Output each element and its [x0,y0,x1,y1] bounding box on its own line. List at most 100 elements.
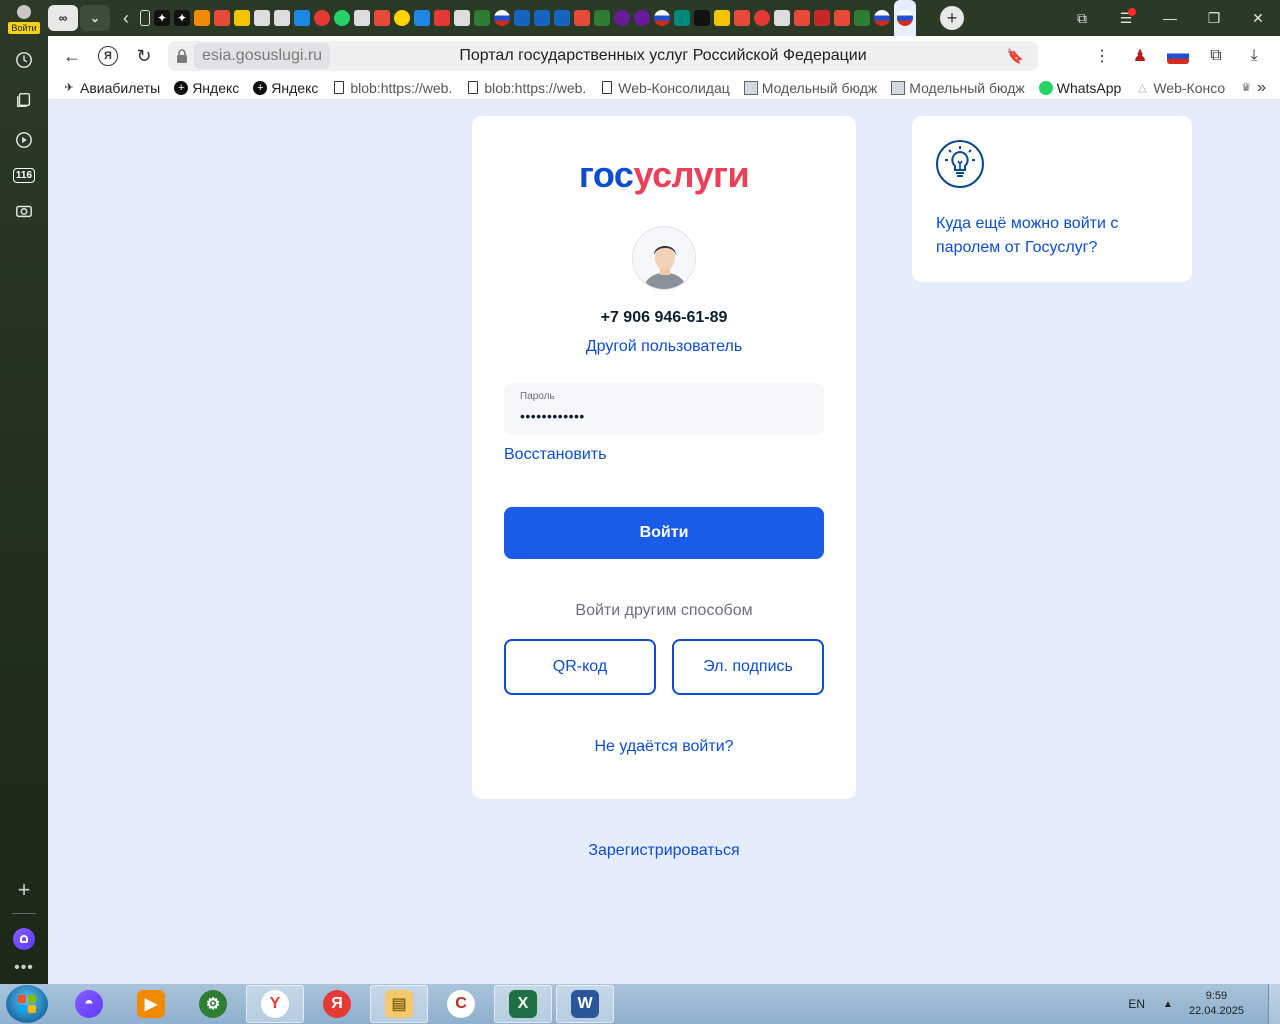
tab-favicon[interactable] [734,10,750,26]
tab-favicon[interactable] [414,10,430,26]
bookmark-item[interactable]: Модельный бюдж [743,80,877,96]
taskbar-app-alice[interactable]: ◓ [60,985,118,1023]
tab-favicon[interactable] [194,10,210,26]
bookmark-item[interactable]: blob:https://web. [466,80,586,96]
bookmark-item[interactable]: + Яндекс [174,80,239,96]
tab-favicon[interactable] [374,10,390,26]
bookmark-item[interactable]: WhatsApp [1038,80,1121,96]
tab-favicon[interactable] [694,10,710,26]
tab-favicon[interactable] [394,10,410,26]
tab-favicon[interactable] [594,10,610,26]
video-icon[interactable] [12,128,36,152]
tab-favicon[interactable] [774,10,790,26]
close-button[interactable]: ✕ [1236,0,1280,36]
translate-icon[interactable]: ⧉ [1204,44,1228,68]
minimize-button[interactable]: — [1148,0,1192,36]
alice-icon[interactable] [13,928,35,950]
tab-favicon[interactable] [614,10,630,26]
bookmark-item[interactable]: △ Web-Консо [1135,80,1225,96]
password-field[interactable]: Пароль •••••••••••• [504,383,824,435]
tab-active-gosuslugi[interactable] [894,0,916,36]
tab-collections-icon[interactable]: ⧉ [1060,0,1104,36]
yandex-home-button[interactable]: Я [90,38,126,74]
tab-favicon[interactable] [514,10,530,26]
taskbar-app-yandex-browser[interactable]: Y [246,985,304,1023]
tab-favicon[interactable] [254,10,270,26]
show-hidden-icons-icon[interactable]: ▲ [1163,999,1173,1010]
scroll-tabs-left-icon[interactable]: ‹ [116,8,136,29]
tab-favicon[interactable] [574,10,590,26]
downloads-icon[interactable]: ⤓ [1242,44,1266,68]
tab-favicon[interactable] [314,10,330,26]
other-user-link[interactable]: Другой пользователь [472,338,856,356]
show-desktop-button[interactable] [1268,984,1280,1024]
taskbar-app-yandex[interactable]: Я [308,985,366,1023]
password-input[interactable]: •••••••••••• [520,408,808,424]
taskbar-app-consultant[interactable]: C [432,985,490,1023]
bookmark-item[interactable]: ✈ Авиабилеты [62,80,160,96]
bookmark-item[interactable]: ♛ [1239,81,1253,95]
clock[interactable]: 9:59 22.04.2025 [1189,989,1244,1019]
back-button[interactable]: ← [54,38,90,74]
tab-favicon[interactable] [814,10,830,26]
new-tab-button[interactable]: + [940,6,964,30]
tab-favicon[interactable] [534,10,550,26]
tab-favicon[interactable] [854,10,870,26]
tab-favicon[interactable] [654,10,670,26]
history-icon[interactable] [12,48,36,72]
taskbar-app-word[interactable]: W [556,985,614,1023]
tab-favicon[interactable] [714,10,730,26]
url-domain[interactable]: esia.gosuslugi.ru [194,43,331,69]
tab-favicon[interactable] [754,10,770,26]
tab-favicon[interactable]: ✦ [174,10,190,26]
tab-favicon[interactable] [874,10,890,26]
more-icon[interactable]: ••• [14,960,34,976]
bookmark-item[interactable]: Web-Консолидац [600,80,730,96]
taskbar-app-explorer[interactable]: ▤ [370,985,428,1023]
omnibox[interactable]: esia.gosuslugi.ru Портал государственных… [168,41,1038,71]
taskbar-app-media-player[interactable]: ▶ [122,985,180,1023]
bookmark-icon[interactable]: 🔖 [1007,48,1024,65]
russia-flag-extension-icon[interactable] [1166,44,1190,68]
tab-favicon[interactable] [214,10,230,26]
tab-favicon[interactable] [834,10,850,26]
tab-favicon[interactable] [274,10,290,26]
start-button[interactable] [6,985,48,1023]
reload-button[interactable]: ↻ [126,38,162,74]
116-icon[interactable]: 116 [12,168,36,183]
taskbar-app-crypto[interactable]: ⚙ [184,985,242,1023]
register-link[interactable]: Зарегистрироваться [472,842,856,860]
screenshot-icon[interactable] [12,199,36,223]
tab-favicon[interactable] [454,10,470,26]
other-services-link[interactable]: Куда ещё можно войти с паролем от Госусл… [936,212,1156,260]
taskbar-app-excel[interactable]: X [494,985,552,1023]
tab-favicon[interactable] [354,10,370,26]
collections-icon[interactable] [12,88,36,112]
more-options-icon[interactable]: ⋮ [1090,44,1114,68]
tab-favicon[interactable] [334,10,350,26]
tabs-overview-icon[interactable]: ∞ [48,5,78,31]
cant-login-link[interactable]: Не удаётся войти? [472,738,856,756]
bookmark-item[interactable]: + Яндекс [253,80,318,96]
bookmark-item[interactable]: blob:https://web. [332,80,452,96]
tabs-dropdown-icon[interactable]: ⌄ [80,5,110,31]
tab-favicon[interactable] [234,10,250,26]
menu-icon[interactable]: ☰ [1104,0,1148,36]
tab-favicon[interactable] [554,10,570,26]
tab-favicon[interactable] [634,10,650,26]
tab-favicon[interactable]: ✦ [154,10,170,26]
tab-favicon[interactable] [140,10,150,26]
language-indicator[interactable]: EN [1128,997,1145,1011]
extension-icon[interactable]: ♟ [1128,44,1152,68]
login-button[interactable]: Войти [504,507,824,559]
profile-button[interactable]: Войти [4,2,44,34]
tab-favicon[interactable] [494,10,510,26]
add-panel-icon[interactable]: + [18,879,31,901]
tab-favicon[interactable] [294,10,310,26]
more-bookmarks-icon[interactable]: » [1257,79,1266,97]
restore-button[interactable]: ❐ [1192,0,1236,36]
tab-favicon[interactable] [794,10,810,26]
lock-icon[interactable] [172,46,192,66]
qr-code-button[interactable]: QR-код [504,639,656,695]
e-signature-button[interactable]: Эл. подпись [672,639,824,695]
